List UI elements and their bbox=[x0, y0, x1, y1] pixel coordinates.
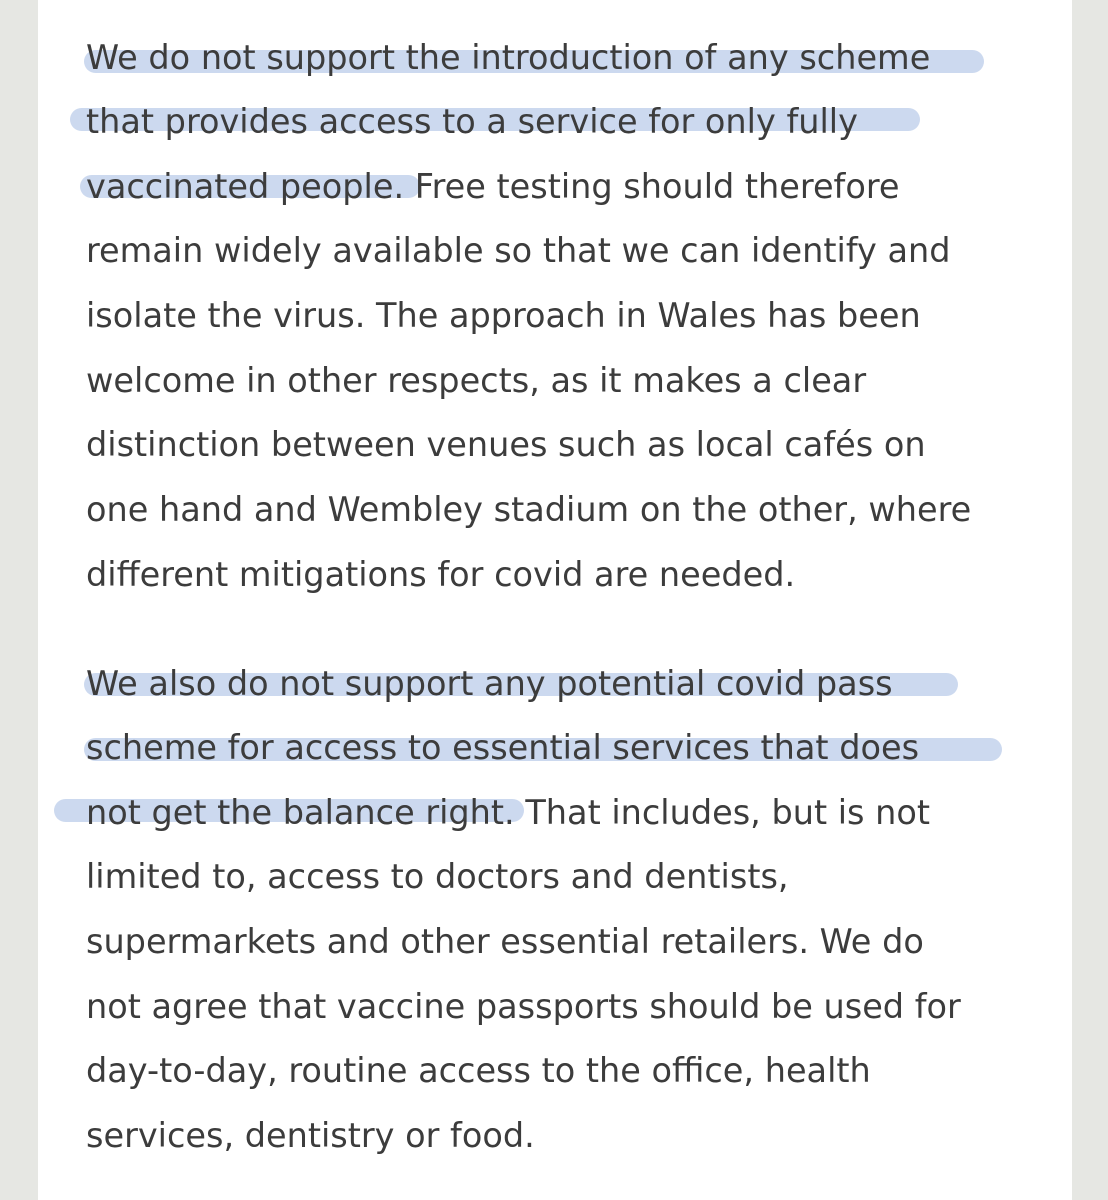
text-line: not get the balance right. That includes… bbox=[86, 793, 931, 832]
text-line: services, dentistry or food. bbox=[86, 1116, 535, 1155]
text-line: We do not support the introduction of an… bbox=[86, 38, 931, 77]
text-line: We also do not support any potential cov… bbox=[86, 664, 893, 703]
text-line: distinction between venues such as local… bbox=[86, 425, 926, 464]
text-line: one hand and Wembley stadium on the othe… bbox=[86, 490, 972, 529]
text-line: supermarkets and other essential retaile… bbox=[86, 922, 924, 961]
text-line: limited to, access to doctors and dentis… bbox=[86, 857, 789, 896]
text-line: isolate the virus. The approach in Wales… bbox=[86, 296, 921, 335]
text-line: different mitigations for covid are need… bbox=[86, 555, 796, 594]
text-line: remain widely available so that we can i… bbox=[86, 231, 951, 270]
text-line: vaccinated people. Free testing should t… bbox=[86, 167, 900, 206]
text-line: that provides access to a service for on… bbox=[86, 102, 858, 141]
text-line: not agree that vaccine passports should … bbox=[86, 987, 961, 1026]
text-line: welcome in other respects, as it makes a… bbox=[86, 361, 867, 400]
text-line: scheme for access to essential services … bbox=[86, 728, 920, 767]
text-line: day-to-day, routine access to the office… bbox=[86, 1051, 871, 1090]
